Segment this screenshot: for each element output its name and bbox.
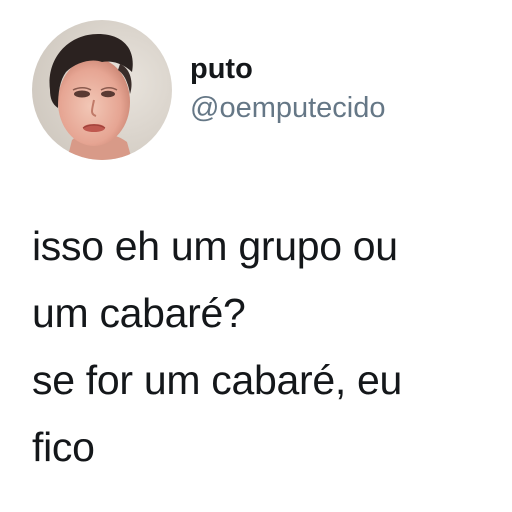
tweet-text-line: se for um cabaré, eu [32,357,403,403]
tweet-text-line: um cabaré? [32,290,246,336]
display-name[interactable]: puto [190,51,386,87]
tweet-card: puto @oemputecido isso eh um grupo ou um… [0,0,512,512]
tweet-header: puto @oemputecido [32,20,386,160]
user-handle[interactable]: @oemputecido [190,89,386,127]
tweet-text: isso eh um grupo ou um cabaré? se for um… [32,213,502,481]
profile-photo-icon [32,20,172,160]
tweet-text-line: isso eh um grupo ou [32,223,398,269]
avatar[interactable] [32,20,172,160]
user-identity: puto @oemputecido [190,51,386,127]
tweet-text-line: fico [32,424,95,470]
